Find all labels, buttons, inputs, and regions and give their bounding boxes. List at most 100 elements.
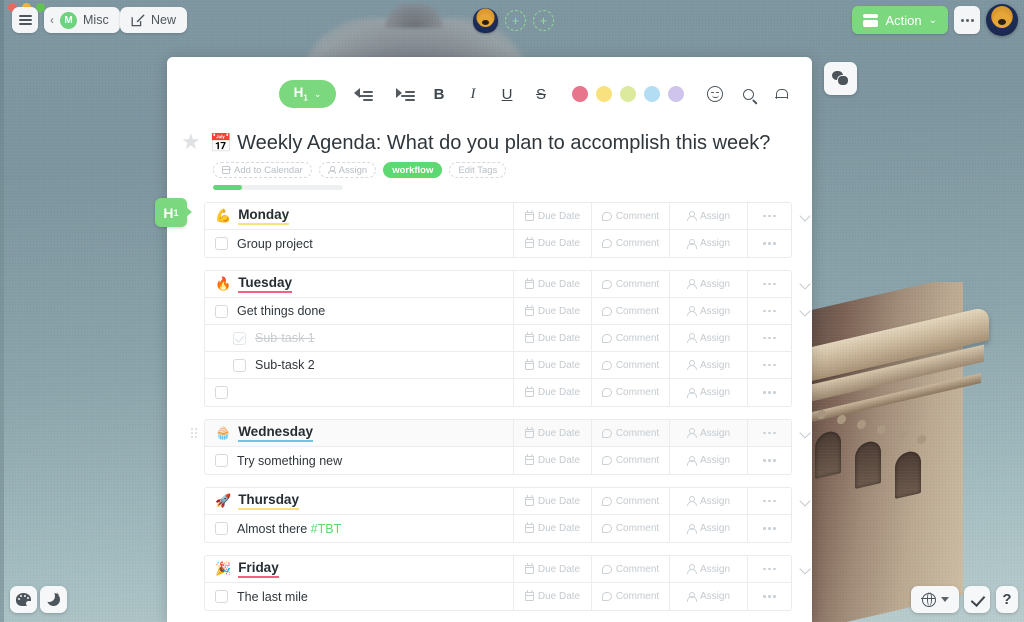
comment-button[interactable]: Comment	[591, 352, 669, 378]
color-swatch-blue[interactable]	[644, 86, 660, 102]
indent-icon[interactable]	[392, 80, 420, 108]
task-checkbox[interactable]	[215, 590, 228, 603]
bold-button[interactable]: B	[424, 80, 454, 108]
day-header-cell[interactable]: 🎉 Friday	[205, 556, 513, 582]
collapse-section-chevron[interactable]	[798, 425, 812, 441]
task-cell[interactable]	[205, 379, 513, 406]
collapse-section-chevron[interactable]	[798, 208, 812, 224]
day-header-cell[interactable]: 🚀 Thursday	[205, 488, 513, 514]
assign-button[interactable]: Assign	[669, 325, 747, 351]
comment-button[interactable]: Comment	[591, 325, 669, 351]
comment-button[interactable]: Comment	[591, 556, 669, 582]
task-cell[interactable]: Almost there #TBT	[205, 515, 513, 542]
confirm-button[interactable]	[964, 586, 990, 613]
due-date-button[interactable]: Due Date	[513, 352, 591, 378]
row-menu-button[interactable]	[747, 583, 791, 610]
task-cell[interactable]: Sub-task 2	[205, 352, 513, 378]
task-checkbox[interactable]	[215, 454, 228, 467]
comment-button[interactable]: Comment	[591, 379, 669, 406]
comment-button[interactable]: Comment	[591, 515, 669, 542]
comment-button[interactable]: Comment	[591, 271, 669, 297]
comment-button[interactable]: Comment	[591, 447, 669, 474]
due-date-button[interactable]: Due Date	[513, 230, 591, 257]
bell-icon[interactable]	[768, 81, 794, 107]
due-date-button[interactable]: Due Date	[513, 488, 591, 514]
more-options-button[interactable]	[954, 6, 980, 34]
chip-workflow[interactable]: workflow	[383, 162, 443, 178]
assign-button[interactable]: Assign	[669, 203, 747, 229]
strikethrough-button[interactable]: S	[526, 80, 556, 108]
task-cell[interactable]: Sub-task 1	[205, 325, 513, 351]
task-checkbox[interactable]	[233, 358, 246, 372]
day-header-cell[interactable]: 🧁 Wednesday	[205, 420, 513, 446]
dark-mode-button[interactable]: ✦	[40, 586, 67, 613]
profile-avatar[interactable]	[986, 4, 1018, 36]
day-header-cell[interactable]: 🔥 Tuesday	[205, 271, 513, 297]
due-date-button[interactable]: Due Date	[513, 379, 591, 406]
color-swatch-pink[interactable]	[572, 86, 588, 102]
task-cell[interactable]: Get things done	[205, 298, 513, 324]
underline-button[interactable]: U	[492, 80, 522, 108]
due-date-button[interactable]: Due Date	[513, 271, 591, 297]
row-menu-button[interactable]	[747, 203, 791, 229]
help-button[interactable]: ?	[996, 586, 1018, 613]
chip-add-to-calendar[interactable]: Add to Calendar	[213, 162, 312, 178]
assign-button[interactable]: Assign	[669, 230, 747, 257]
language-selector[interactable]	[911, 586, 959, 613]
smiley-icon[interactable]	[702, 81, 728, 107]
comment-button[interactable]: Comment	[591, 230, 669, 257]
assign-button[interactable]: Assign	[669, 352, 747, 378]
assign-button[interactable]: Assign	[669, 271, 747, 297]
drag-handle[interactable]	[191, 427, 198, 438]
color-swatch-yellow[interactable]	[596, 86, 612, 102]
row-menu-button[interactable]	[747, 352, 791, 378]
due-date-button[interactable]: Due Date	[513, 556, 591, 582]
row-menu-button[interactable]	[747, 298, 791, 324]
action-button[interactable]: Action ⌄	[852, 6, 948, 34]
task-checkbox[interactable]	[233, 331, 246, 345]
color-swatch-lavender[interactable]	[668, 86, 684, 102]
task-cell[interactable]: Group project	[205, 230, 513, 257]
comment-button[interactable]: Comment	[591, 420, 669, 446]
row-menu-button[interactable]	[747, 230, 791, 257]
italic-button[interactable]: I	[458, 80, 488, 108]
theme-palette-button[interactable]	[10, 586, 37, 613]
due-date-button[interactable]: Due Date	[513, 203, 591, 229]
row-menu-button[interactable]	[747, 515, 791, 542]
assign-button[interactable]: Assign	[669, 556, 747, 582]
star-icon[interactable]: ★	[181, 131, 201, 153]
task-checkbox[interactable]	[215, 237, 228, 250]
assign-button[interactable]: Assign	[669, 515, 747, 542]
new-document-button[interactable]: New	[120, 7, 188, 33]
assign-button[interactable]: Assign	[669, 488, 747, 514]
due-date-button[interactable]: Due Date	[513, 420, 591, 446]
collapse-section-chevron[interactable]	[798, 493, 812, 509]
task-checkbox[interactable]	[215, 304, 228, 318]
task-cell[interactable]: Try something new	[205, 447, 513, 474]
day-header-cell[interactable]: 💪 Monday	[205, 203, 513, 229]
row-menu-button[interactable]	[747, 379, 791, 406]
chip-assign[interactable]: Assign	[318, 162, 377, 178]
chip-edit-tags[interactable]: Edit Tags	[449, 162, 507, 178]
due-date-button[interactable]: Due Date	[513, 298, 591, 324]
row-menu-button[interactable]	[747, 420, 791, 446]
collapse-section-chevron[interactable]	[798, 561, 812, 577]
chat-panel-button[interactable]	[824, 62, 857, 95]
row-menu-button[interactable]	[747, 556, 791, 582]
row-menu-button[interactable]	[747, 325, 791, 351]
color-swatch-lime[interactable]	[620, 86, 636, 102]
assign-button[interactable]: Assign	[669, 298, 747, 324]
comment-button[interactable]: Comment	[591, 488, 669, 514]
task-cell[interactable]: The last mile	[205, 583, 513, 610]
assign-button[interactable]: Assign	[669, 447, 747, 474]
task-tag[interactable]: #TBT	[311, 522, 342, 536]
row-menu-button[interactable]	[747, 488, 791, 514]
add-collaborator-button-1[interactable]: +	[505, 10, 526, 31]
add-collaborator-button-2[interactable]: +	[533, 10, 554, 31]
bear-shield-avatar[interactable]	[473, 8, 498, 33]
due-date-button[interactable]: Due Date	[513, 325, 591, 351]
expand-subtasks-chevron[interactable]	[798, 303, 812, 319]
task-checkbox[interactable]	[215, 386, 228, 399]
task-checkbox[interactable]	[215, 522, 228, 535]
comment-button[interactable]: Comment	[591, 583, 669, 610]
